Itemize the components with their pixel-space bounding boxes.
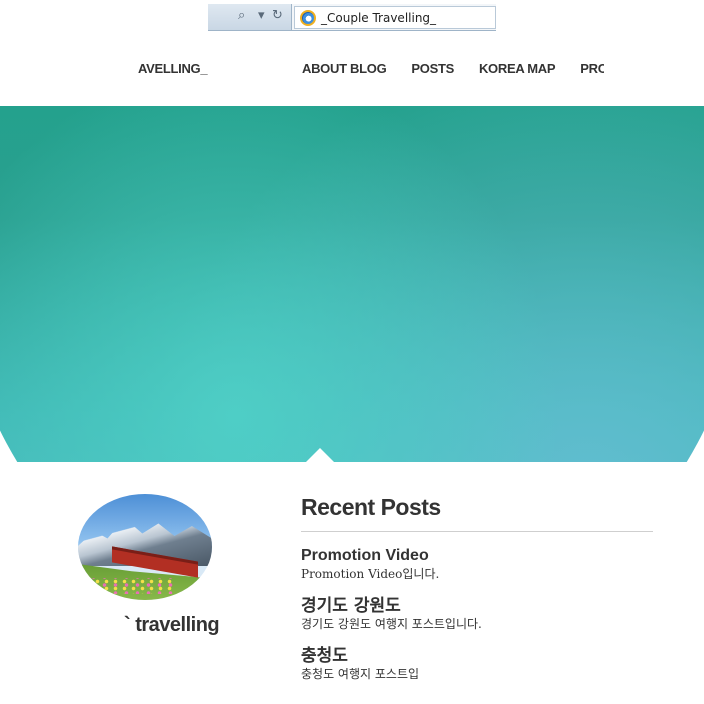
hero-gradient bbox=[0, 106, 704, 462]
post-desc: 경기도 강원도 여행지 포스트입니다. bbox=[301, 617, 482, 631]
post-item: Promotion Video Promotion Video입니다. bbox=[301, 546, 653, 582]
post-title[interactable]: Promotion Video bbox=[301, 546, 653, 566]
refresh-icon[interactable]: ↻ bbox=[272, 8, 283, 23]
browser-tab[interactable]: _Couple Travelling_ bbox=[294, 6, 496, 29]
browser-toolbar: ⌕ ▾ ↻ _Couple Travelling_ bbox=[208, 4, 496, 31]
menu-posts[interactable]: POSTS bbox=[411, 61, 454, 76]
post-desc: Promotion Video입니다. bbox=[301, 567, 440, 581]
hero-banner bbox=[0, 106, 704, 462]
main-menu: ABOUT BLOG POSTS KOREA MAP PRO bbox=[302, 61, 629, 76]
post-title[interactable]: 충청도 bbox=[301, 646, 653, 666]
ie-icon bbox=[300, 10, 316, 26]
search-icon[interactable]: ⌕ bbox=[238, 8, 245, 23]
recent-posts-heading: Recent Posts bbox=[301, 494, 653, 532]
profile-name: ` travelling bbox=[124, 614, 220, 636]
menu-korea-map[interactable]: KOREA MAP bbox=[479, 61, 556, 76]
site-nav: AVELLING_ ABOUT BLOG POSTS KOREA MAP PRO bbox=[0, 52, 704, 88]
post-desc: 충청도 여행지 포스트입 bbox=[301, 667, 420, 681]
profile-avatar[interactable] bbox=[78, 494, 212, 600]
site-brand[interactable]: AVELLING_ bbox=[138, 61, 208, 76]
recent-posts: Recent Posts Promotion Video Promotion V… bbox=[301, 494, 653, 682]
tab-title: _Couple Travelling_ bbox=[321, 11, 437, 25]
post-title[interactable]: 경기도 강원도 bbox=[301, 596, 653, 616]
browser-nav-buttons: ⌕ ▾ ↻ bbox=[208, 4, 292, 30]
menu-about-blog[interactable]: ABOUT BLOG bbox=[302, 61, 387, 76]
post-item: 충청도 충청도 여행지 포스트입 bbox=[301, 646, 653, 682]
dropdown-icon[interactable]: ▾ bbox=[258, 8, 265, 23]
hero-notch bbox=[306, 448, 334, 462]
menu-profile[interactable]: PRO bbox=[580, 61, 604, 76]
post-item: 경기도 강원도 경기도 강원도 여행지 포스트입니다. bbox=[301, 596, 653, 632]
